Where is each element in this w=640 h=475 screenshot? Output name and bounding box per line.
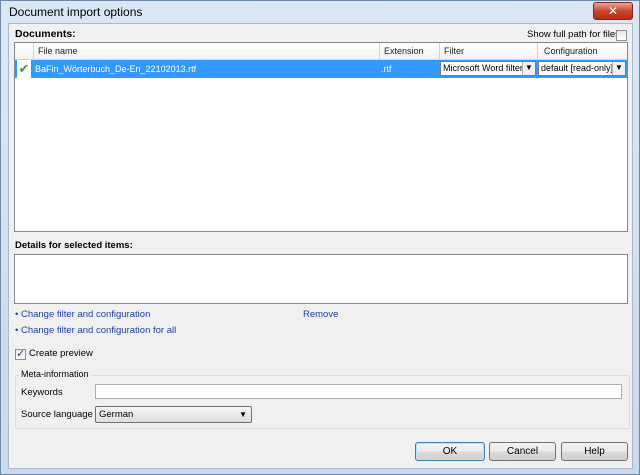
show-full-path-checkbox[interactable] (616, 30, 627, 41)
source-language-select[interactable]: German ▼ (95, 406, 252, 423)
keywords-label: Keywords (21, 387, 63, 398)
column-header-extension[interactable]: Extension (379, 43, 439, 59)
table-row[interactable]: ✔ BaFin_Wörterbuch_De-En_22102013.rtf .r… (15, 60, 627, 78)
column-header-file-name[interactable]: File name (33, 43, 379, 59)
show-full-path-label: Show full path for files (527, 29, 620, 40)
meta-information-title: Meta-information (19, 369, 91, 379)
chevron-down-icon[interactable]: ▼ (522, 62, 535, 75)
close-button[interactable]: ✕ (593, 2, 633, 20)
change-filter-link[interactable]: • Change filter and configuration (15, 309, 150, 320)
help-button[interactable]: Help (561, 442, 628, 461)
documents-heading: Documents: (15, 28, 76, 40)
create-preview-checkbox[interactable] (15, 347, 26, 360)
table-header: File name Extension Filter Configuration (15, 43, 627, 60)
configuration-value: default [read-only] (541, 63, 614, 73)
column-header-configuration[interactable]: Configuration (537, 43, 627, 59)
filter-value: Microsoft Word filter (443, 63, 523, 73)
dialog-window: Document import options ✕ Documents: Sho… (0, 0, 640, 475)
chevron-down-icon[interactable]: ▼ (239, 407, 247, 422)
chevron-down-icon[interactable]: ▼ (612, 62, 625, 75)
window-title: Document import options (9, 5, 143, 19)
configuration-select[interactable]: default [read-only] ▼ (538, 61, 626, 76)
extension-cell: .rtf (381, 64, 392, 74)
close-icon: ✕ (607, 4, 619, 18)
details-box (14, 254, 628, 304)
file-name-cell: BaFin_Wörterbuch_De-En_22102013.rtf (35, 64, 197, 74)
keywords-input[interactable] (95, 384, 622, 399)
remove-link[interactable]: Remove (303, 309, 338, 320)
column-header-filter[interactable]: Filter (439, 43, 537, 59)
cancel-button[interactable]: Cancel (489, 442, 556, 461)
change-filter-all-link[interactable]: • Change filter and configuration for al… (15, 325, 176, 336)
source-language-value: German (99, 409, 134, 420)
header-status (15, 43, 33, 59)
details-heading: Details for selected items: (15, 240, 133, 251)
title-bar[interactable]: Document import options ✕ (1, 1, 639, 23)
ok-button[interactable]: OK (415, 442, 485, 461)
documents-table: File name Extension Filter Configuration… (14, 42, 628, 232)
check-icon: ✔ (17, 60, 31, 78)
create-preview-label: Create preview (29, 348, 93, 359)
filter-select[interactable]: Microsoft Word filter ▼ (440, 61, 536, 76)
source-language-label: Source language (21, 409, 93, 420)
dialog-body: Documents: Show full path for files File… (8, 23, 633, 469)
